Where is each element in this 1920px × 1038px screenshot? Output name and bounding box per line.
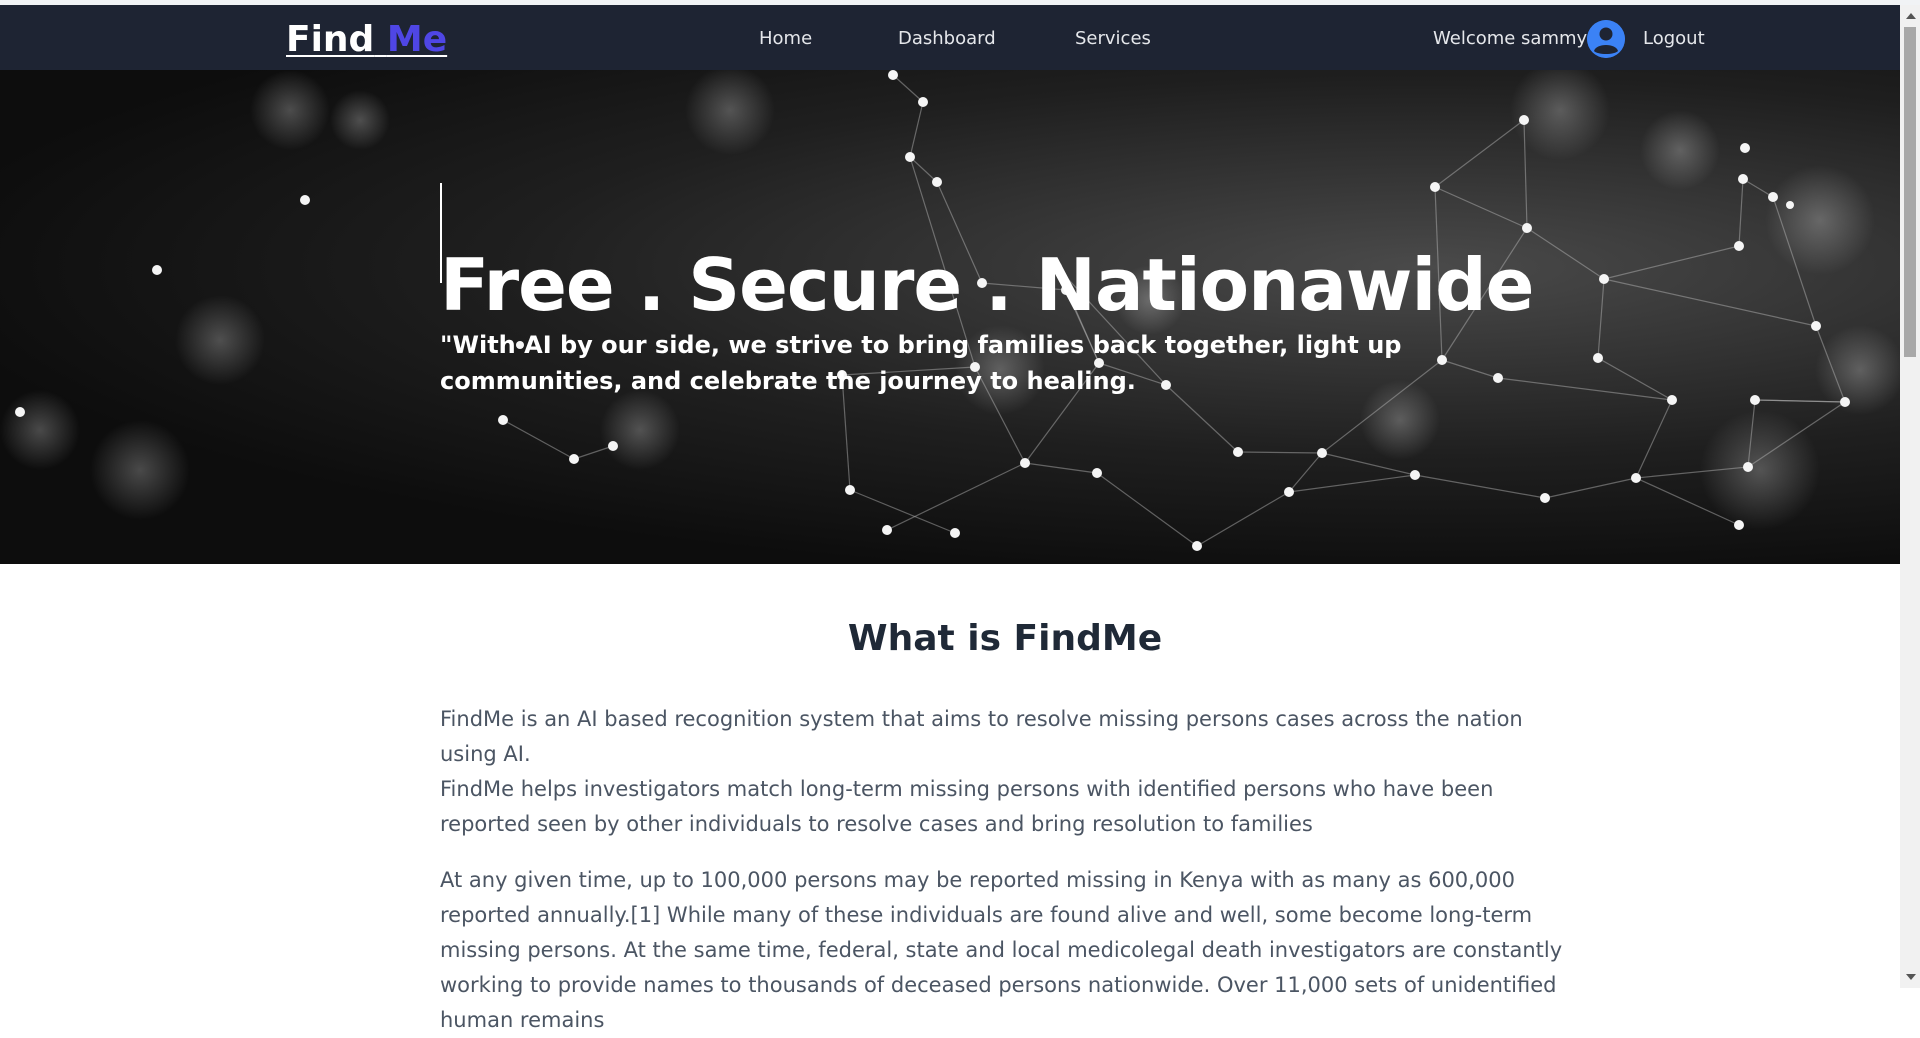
scrollbar-thumb[interactable]	[1904, 27, 1916, 357]
navbar: Find Me Home Dashboard Services Welcome …	[0, 5, 1900, 70]
logo-text-find: Find	[286, 19, 375, 60]
logo-link[interactable]: Find Me	[286, 19, 447, 60]
about-paragraph-3: At any given time, up to 100,000 persons…	[440, 868, 1563, 1032]
nav-home-link[interactable]: Home	[759, 28, 812, 49]
about-paragraph-1: FindMe is an AI based recognition system…	[440, 707, 1523, 766]
hero-quote: "With AI by our side, we strive to bring…	[440, 331, 1402, 395]
scroll-up-arrow-icon[interactable]	[1906, 13, 1916, 19]
vertical-scrollbar[interactable]	[1900, 5, 1920, 988]
about-title: What is FindMe	[847, 618, 1163, 659]
about-section: What is FindMe FindMe is an AI based rec…	[440, 618, 1570, 1038]
hero-title: Free . Secure . Nationawide	[440, 243, 1534, 328]
nav-services-link[interactable]: Services	[1075, 28, 1151, 49]
logo-text-me: Me	[386, 19, 448, 60]
about-paragraph-2: FindMe helps investigators match long-te…	[440, 777, 1494, 836]
user-circle-icon[interactable]	[1587, 20, 1625, 58]
scroll-down-arrow-icon[interactable]	[1906, 974, 1916, 980]
welcome-text: Welcome sammy	[1433, 28, 1588, 49]
hero-banner: Free . Secure . Nationawide "With AI by …	[0, 70, 1900, 564]
logout-link[interactable]: Logout	[1643, 28, 1705, 49]
nav-dashboard-link[interactable]: Dashboard	[898, 28, 996, 49]
